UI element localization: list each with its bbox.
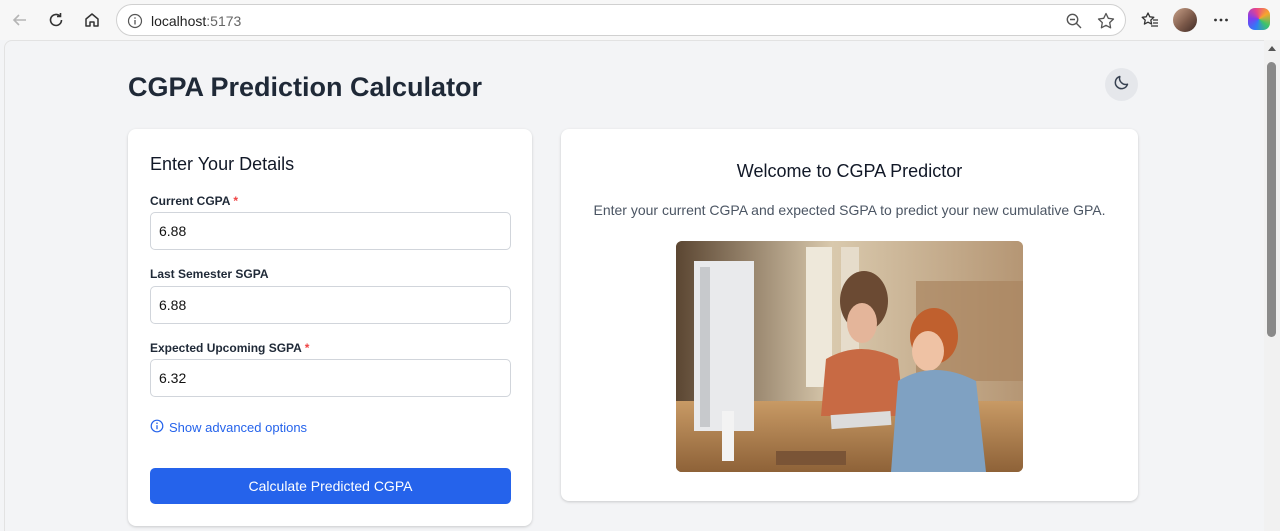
expected-sgpa-input[interactable] [150, 359, 511, 397]
form-heading: Enter Your Details [150, 154, 295, 174]
last-semester-sgpa-label: Last Semester SGPA [150, 267, 269, 281]
scroll-up-icon[interactable] [1268, 46, 1276, 51]
address-bar[interactable]: localhost:5173 [116, 4, 1126, 36]
expected-sgpa-label: Expected Upcoming SGPA * [150, 341, 310, 355]
browser-toolbar: localhost:5173 [0, 0, 1280, 40]
page-title: CGPA Prediction Calculator [128, 72, 483, 102]
welcome-card: Welcome to CGPA Predictor Enter your cur… [561, 129, 1138, 501]
favorites-icon[interactable] [1136, 6, 1164, 34]
refresh-icon[interactable] [42, 6, 70, 34]
avatar[interactable] [1173, 8, 1197, 32]
moon-icon [1113, 73, 1131, 96]
hero-image [676, 241, 1023, 472]
star-icon[interactable] [1096, 11, 1116, 36]
copilot-icon[interactable] [1248, 8, 1270, 30]
page-scrollbar[interactable] [1264, 40, 1280, 531]
more-icon[interactable] [1207, 6, 1235, 34]
zoom-icon[interactable] [1065, 12, 1083, 35]
info-icon[interactable] [127, 13, 143, 34]
last-semester-sgpa-input[interactable] [150, 286, 511, 324]
info-icon [150, 419, 164, 436]
details-form-card: Enter Your Details Current CGPA * Last S… [128, 129, 532, 526]
scrollbar-thumb[interactable] [1267, 62, 1276, 337]
welcome-title: Welcome to CGPA Predictor [736, 161, 963, 181]
theme-toggle-button[interactable] [1105, 68, 1138, 101]
current-cgpa-input[interactable] [150, 212, 511, 250]
back-icon[interactable] [6, 6, 34, 34]
home-icon[interactable] [78, 6, 106, 34]
url-text: localhost:5173 [151, 13, 242, 29]
welcome-text: Enter your current CGPA and expected SGP… [593, 202, 1106, 218]
current-cgpa-label: Current CGPA * [150, 194, 239, 208]
calculate-button[interactable]: Calculate Predicted CGPA [150, 468, 511, 504]
show-advanced-options-link[interactable]: Show advanced options [150, 419, 307, 436]
